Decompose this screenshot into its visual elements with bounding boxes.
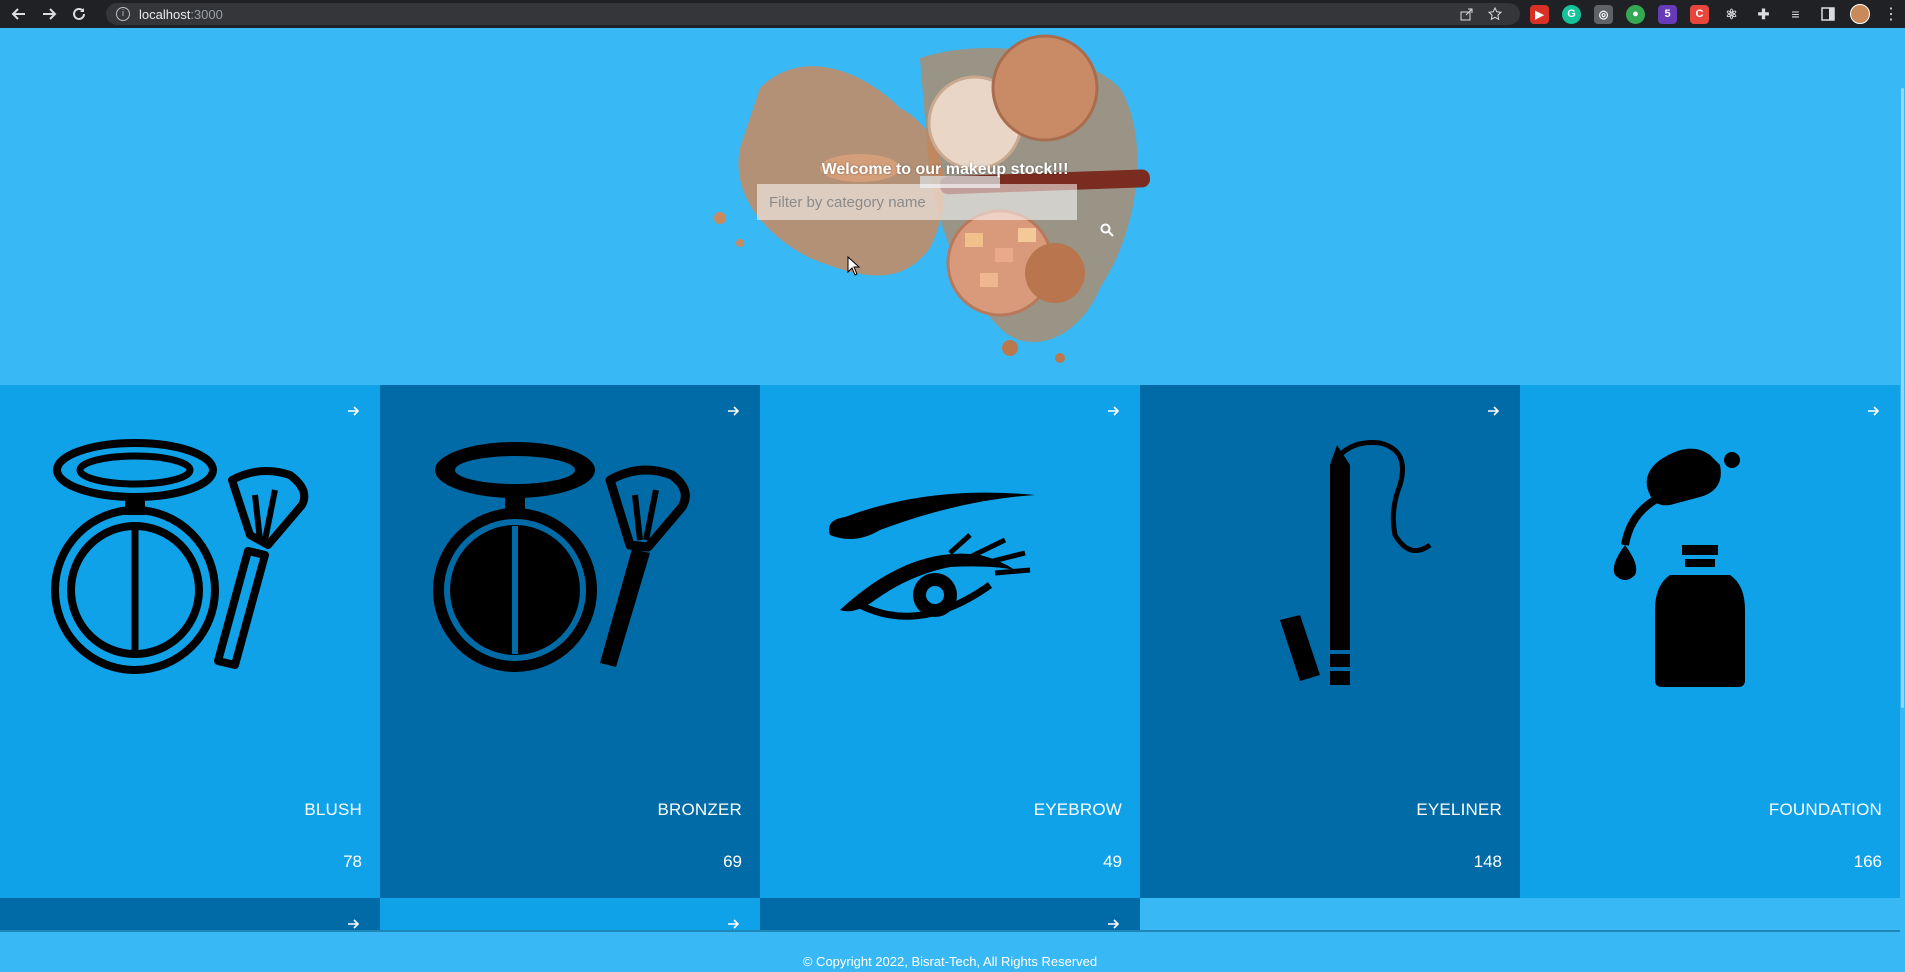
reading-list-icon[interactable]: ≡ (1786, 5, 1805, 24)
category-count: 69 (723, 852, 742, 871)
extensions-puzzle-icon[interactable]: ✚ (1754, 5, 1773, 24)
category-card-bronzer[interactable]: BRONZER 69 (380, 385, 760, 898)
grammarly-icon[interactable]: G (1562, 4, 1581, 24)
back-icon[interactable] (8, 3, 30, 25)
browser-menu-icon[interactable]: ⋮ (1883, 4, 1899, 24)
site-info-icon[interactable]: i (116, 7, 130, 21)
foundation-bottle-icon (1613, 448, 1745, 687)
bronzer-compact-icon (433, 442, 690, 672)
category-card-eyebrow[interactable]: EYEBROW 49 (760, 385, 1140, 898)
url-port: :3000 (190, 6, 223, 22)
url-host: localhost (139, 6, 191, 22)
category-card-foundation[interactable]: FOUNDATION 166 (1520, 385, 1900, 898)
extension-purple-icon[interactable]: 5 (1658, 4, 1677, 24)
category-search-input[interactable] (757, 184, 1077, 220)
category-name: BRONZER (657, 800, 742, 819)
hero-section: Welcome to our makeup stock!!! (0, 28, 1905, 385)
address-bar[interactable]: i localhost:3000 (106, 3, 1520, 25)
category-card-blush[interactable]: BLUSH 78 (0, 385, 380, 898)
share-icon[interactable] (1460, 7, 1474, 24)
browser-toolbar: i localhost:3000 ▶ G ◎ ● 5 C ⚛ ✚ ≡ ⋮ (0, 0, 1905, 28)
hero-title: Welcome to our makeup stock!!! (821, 161, 1069, 178)
extension-green-icon[interactable]: ● (1626, 4, 1645, 24)
page-scrollbar[interactable] (1900, 28, 1905, 970)
search-icon[interactable] (1095, 218, 1119, 242)
scrollbar-thumb[interactable] (1901, 88, 1904, 708)
category-card-partial[interactable] (760, 898, 1140, 930)
eyebrow-icon (829, 492, 1035, 620)
category-name: EYELINER (1416, 800, 1502, 819)
category-card-eyeliner[interactable]: EYELINER 148 (1140, 385, 1520, 898)
page-footer: © Copyright 2022, Bisrat-Tech, All Right… (0, 930, 1900, 972)
reload-icon[interactable] (68, 3, 90, 25)
category-count: 166 (1853, 852, 1882, 871)
eyeliner-pencil-icon (1280, 440, 1432, 685)
category-count: 148 (1473, 852, 1502, 871)
arrow-right-icon[interactable] (726, 403, 742, 419)
arrow-right-icon[interactable] (1106, 403, 1122, 419)
extension-gray-icon[interactable]: ◎ (1594, 4, 1613, 24)
category-card-partial[interactable] (380, 898, 760, 930)
category-name: FOUNDATION (1768, 800, 1882, 819)
extension-red-icon[interactable]: ▶ (1530, 4, 1549, 24)
mouse-cursor-icon (847, 256, 861, 276)
category-count: 78 (343, 852, 362, 871)
copyright-text: © Copyright 2022, Bisrat-Tech, All Right… (802, 954, 1098, 969)
arrow-right-icon[interactable] (1486, 403, 1502, 419)
react-devtools-icon[interactable]: ⚛ (1722, 5, 1741, 24)
arrow-right-icon[interactable] (1866, 403, 1882, 419)
category-card-partial[interactable] (0, 898, 380, 930)
category-count: 49 (1103, 852, 1122, 871)
blush-compact-icon (51, 439, 309, 674)
url-text: localhost:3000 (139, 7, 223, 22)
forward-icon[interactable] (38, 3, 60, 25)
side-panel-icon[interactable] (1818, 5, 1837, 24)
profile-avatar[interactable] (1850, 4, 1870, 24)
category-name: BLUSH (304, 800, 362, 819)
extension-c-icon[interactable]: C (1690, 4, 1709, 24)
arrow-right-icon[interactable] (346, 403, 362, 419)
bookmark-star-icon[interactable] (1487, 6, 1503, 24)
category-name: EYEBROW (1033, 800, 1122, 819)
